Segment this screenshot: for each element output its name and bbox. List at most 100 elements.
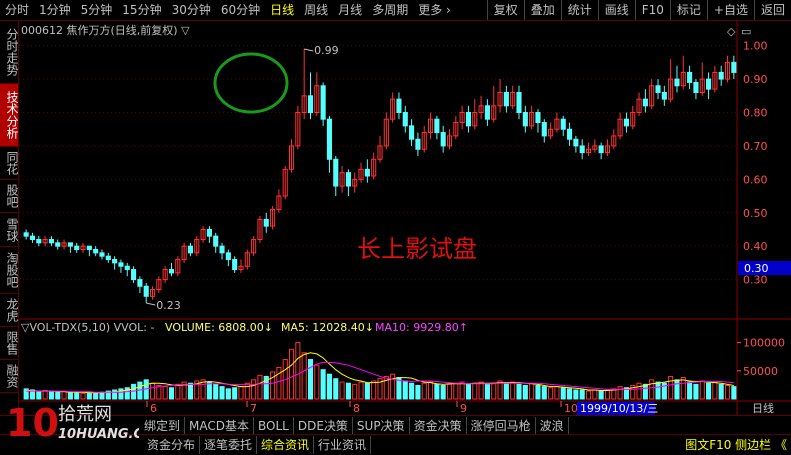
candle-body	[320, 85, 326, 120]
side-tab-xianshou[interactable]: 限售	[0, 327, 19, 360]
volume-bar	[465, 383, 472, 400]
back-button[interactable]: 返回	[753, 0, 791, 20]
volume-bar	[187, 382, 193, 400]
volume-bar	[642, 383, 648, 400]
side-tab-intraday[interactable]: 分时走势	[0, 21, 19, 84]
tab-more[interactable]: 更多 ›	[413, 0, 456, 20]
tab-period[interactable]: 60分钟	[216, 0, 265, 20]
volume-bar	[503, 382, 509, 400]
tab-fund[interactable]: 资金决策	[410, 416, 467, 435]
tab-daily[interactable]: 日线	[265, 0, 299, 20]
candle-body	[409, 125, 415, 140]
volume-bar	[731, 386, 737, 400]
candle-body	[567, 128, 573, 140]
date-axis-label: 9	[460, 402, 467, 415]
volume-bar	[168, 387, 175, 400]
vol-prefix: ▽VOL-TDX(5,10) VVOL: -	[21, 321, 154, 334]
annotation-text: 长上影试盘	[357, 235, 477, 263]
window-icon[interactable]: ▭	[741, 25, 751, 38]
chart-title: 000612 焦作万方(日线,前复权) ▽	[21, 23, 190, 37]
side-tab-xueqiu[interactable]: 雪球	[0, 214, 19, 247]
volume-bar	[706, 382, 712, 400]
fuquan-button[interactable]: 复权	[486, 0, 524, 20]
volume-bar	[434, 383, 440, 400]
candle-body	[105, 255, 111, 261]
mark-button[interactable]: 标记	[669, 0, 707, 20]
volume-bar	[213, 383, 219, 400]
price-axis-label: 0.70	[743, 140, 768, 153]
candle-body	[168, 269, 175, 274]
candle-body	[55, 242, 61, 247]
logo-text: 拾荒网	[58, 404, 112, 425]
tab-period[interactable]: 30分钟	[167, 0, 216, 20]
site-logo: 10 拾荒网 10HUANG.CN	[6, 401, 139, 445]
diamond-icon[interactable]: ◇	[727, 25, 736, 38]
candle-body	[661, 91, 667, 100]
candle-body	[503, 91, 509, 107]
candle-body	[396, 98, 402, 114]
candle-body	[718, 71, 724, 80]
tab-wave[interactable]: 波浪	[536, 416, 569, 435]
tab-macd[interactable]: MACD基本	[185, 416, 254, 435]
candle-body	[655, 85, 661, 93]
volume-bar	[232, 387, 238, 400]
tab-period[interactable]: 15分钟	[117, 0, 166, 20]
volume-bar	[219, 386, 225, 400]
side-tab-rongzi[interactable]: 融资	[0, 360, 19, 393]
candle-body	[67, 242, 73, 247]
side-tab-tonghua[interactable]: 同花	[0, 147, 19, 180]
side-tab-guba[interactable]: 股吧	[0, 180, 19, 213]
tab-limitup[interactable]: 涨停回马枪	[467, 416, 536, 435]
candle-body	[674, 78, 680, 87]
candle-body	[263, 218, 269, 227]
candle-body	[541, 122, 547, 137]
price-axis-label: 1.00	[743, 40, 768, 53]
f10-button[interactable]: F10	[634, 0, 670, 20]
tab-period[interactable]: 5分钟	[76, 0, 118, 20]
candle-body	[131, 269, 137, 281]
tab-order-detail[interactable]: 逐笔委托	[200, 436, 258, 454]
volume-bar	[655, 381, 661, 400]
f10-sidebar-toggle[interactable]: 图文F10 侧边栏 《	[681, 436, 791, 454]
side-tab-taoguba[interactable]: 淘股吧	[0, 247, 19, 294]
kline-chart[interactable]: 000612 焦作万方(日线,前复权) ▽ 1.00 0.90 0.80 0.70 0.…	[19, 21, 791, 415]
volume-bar	[364, 382, 370, 400]
tab-period[interactable]: 多周期	[367, 0, 413, 20]
volume-bar	[67, 392, 73, 400]
volume-bar	[36, 390, 42, 400]
volume-bar	[402, 380, 408, 400]
candle-body	[187, 245, 193, 254]
candle-body	[579, 145, 585, 154]
tab-period[interactable]: 分时	[0, 0, 34, 20]
candle-body	[402, 112, 408, 127]
volume-bar	[93, 392, 99, 400]
volume-bar	[484, 383, 490, 400]
volume-bar	[225, 388, 231, 400]
volume-axis-label: 50000	[743, 365, 778, 378]
tab-period[interactable]: 月线	[333, 0, 367, 20]
draw-button[interactable]: 画线	[597, 0, 635, 20]
candle-body	[440, 132, 446, 147]
volume-bar	[86, 392, 92, 400]
tab-news[interactable]: 综合资讯	[257, 436, 315, 454]
date-axis-label: 6	[150, 402, 157, 415]
tab-dde[interactable]: DDE决策	[294, 416, 353, 435]
period-toolbar: 分时 1分钟 5分钟 15分钟 30分钟 60分钟 日线 周线 月线 多周期 更…	[0, 0, 791, 21]
add-watchlist-button[interactable]: +自选	[706, 0, 754, 20]
volume-bar	[687, 381, 693, 400]
overlay-button[interactable]: 叠加	[523, 0, 561, 20]
side-tab-technical[interactable]: 技术分析	[0, 84, 19, 147]
tab-fund-distribution[interactable]: 资金分布	[143, 436, 201, 454]
stats-button[interactable]: 统计	[560, 0, 598, 20]
tab-period[interactable]: 周线	[299, 0, 333, 20]
tab-period[interactable]: 1分钟	[34, 0, 76, 20]
tab-boll[interactable]: BOLL	[254, 416, 294, 435]
volume-bar	[320, 369, 326, 400]
tab-industry-news[interactable]: 行业资讯	[314, 436, 372, 454]
side-tab-longhu[interactable]: 龙虎	[0, 294, 19, 327]
candle-body	[522, 112, 528, 127]
tab-bind[interactable]: 绑定到	[140, 416, 186, 435]
tab-sup[interactable]: SUP决策	[353, 416, 410, 435]
price-axis-label: 0.60	[743, 173, 768, 186]
candle-body	[74, 245, 80, 251]
